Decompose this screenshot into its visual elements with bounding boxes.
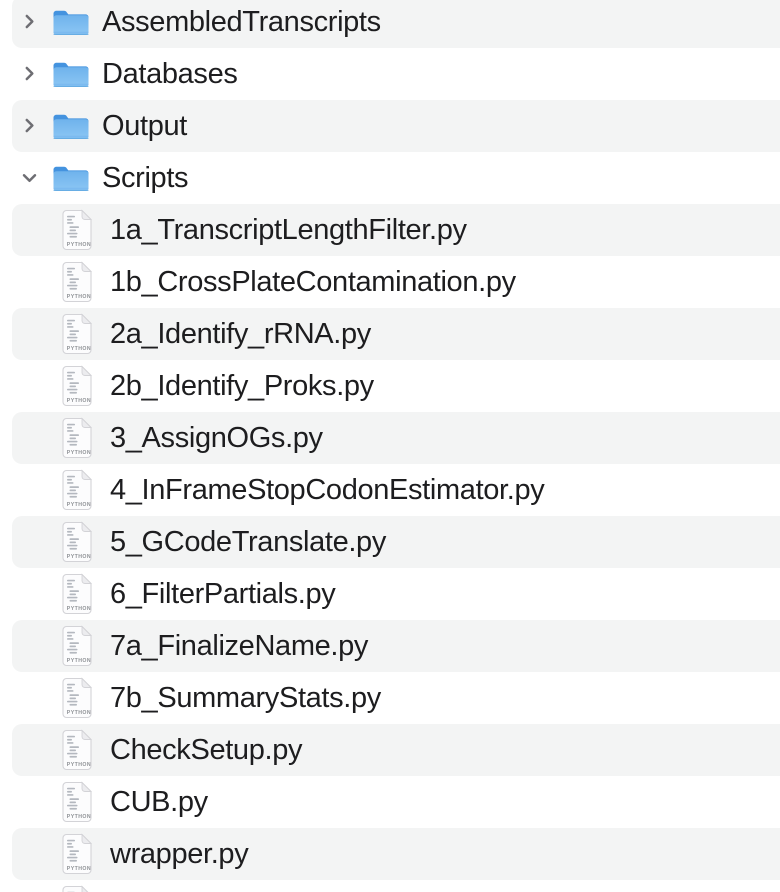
file-tree: AssembledTranscriptsDatabasesOutputScrip… xyxy=(0,0,780,892)
python-file-icon: PYTHON xyxy=(60,834,94,875)
python-file-icon: PYTHON xyxy=(60,210,94,251)
row-label: CUB.py xyxy=(110,776,208,828)
svg-text:PYTHON: PYTHON xyxy=(67,606,91,612)
folder-row-scripts[interactable]: Scripts xyxy=(0,152,780,204)
python-file-icon: PYTHON xyxy=(60,574,94,615)
python-file-icon: PYTHON xyxy=(60,782,94,823)
row-label: Databases xyxy=(102,48,238,100)
file-row-1a-transcriptlengthfilter-py[interactable]: PYTHON 1a_TranscriptLengthFilter.py xyxy=(0,204,780,256)
svg-text:PYTHON: PYTHON xyxy=(67,450,91,456)
row-label: 4_InFrameStopCodonEstimator.py xyxy=(110,464,544,516)
chevron-right-icon[interactable] xyxy=(20,117,39,136)
chevron-right-icon[interactable] xyxy=(20,13,39,32)
folder-row-output[interactable]: Output xyxy=(0,100,780,152)
file-row-5-gcodetranslate-py[interactable]: PYTHON 5_GCodeTranslate.py xyxy=(0,516,780,568)
file-row-3-assignogs-py[interactable]: PYTHON 3_AssignOGs.py xyxy=(0,412,780,464)
svg-text:PYTHON: PYTHON xyxy=(67,398,91,404)
file-row-4-inframestopcodonestimator-py[interactable]: PYTHON 4_InFrameStopCodonEstimator.py xyxy=(0,464,780,516)
folder-icon xyxy=(52,112,90,141)
file-row-6-filterpartials-py[interactable]: PYTHON 6_FilterPartials.py xyxy=(0,568,780,620)
python-file-icon: PYTHON xyxy=(60,418,94,459)
svg-text:PYTHON: PYTHON xyxy=(67,502,91,508)
row-label: 7a_FinalizeName.py xyxy=(110,620,368,672)
file-row-cub-py[interactable]: PYTHON CUB.py xyxy=(0,776,780,828)
row-label: 6_FilterPartials.py xyxy=(110,568,335,620)
chevron-right-icon[interactable] xyxy=(20,65,39,84)
python-file-icon: PYTHON xyxy=(60,314,94,355)
row-label: Scripts xyxy=(102,152,188,204)
row-label: AssembledTranscripts xyxy=(102,0,381,48)
chevron-down-icon[interactable] xyxy=(20,169,39,188)
python-file-icon: PYTHON xyxy=(60,366,94,407)
file-row-1b-crossplatecontamination-py[interactable]: PYTHON 1b_CrossPlateContamination.py xyxy=(0,256,780,308)
python-file-icon: PYTHON xyxy=(60,262,94,303)
file-row-checksetup-py[interactable]: PYTHON CheckSetup.py xyxy=(0,724,780,776)
svg-text:PYTHON: PYTHON xyxy=(67,762,91,768)
python-file-icon: PYTHON xyxy=(60,470,94,511)
svg-text:PYTHON: PYTHON xyxy=(67,346,91,352)
python-file-icon: PYTHON xyxy=(60,626,94,667)
python-file-icon: PYTHON xyxy=(60,522,94,563)
row-label: 7b_SummaryStats.py xyxy=(110,672,381,724)
file-row-2b-identify-proks-py[interactable]: PYTHON 2b_Identify_Proks.py xyxy=(0,360,780,412)
svg-text:PYTHON: PYTHON xyxy=(67,814,91,820)
row-label: 2a_Identify_rRNA.py xyxy=(110,308,371,360)
folder-icon xyxy=(52,8,90,37)
folder-row-databases[interactable]: Databases xyxy=(0,48,780,100)
row-label: 2b_Identify_Proks.py xyxy=(110,360,374,412)
file-row-partial[interactable]: PYTHON xyxy=(0,880,780,892)
svg-text:PYTHON: PYTHON xyxy=(67,658,91,664)
svg-text:PYTHON: PYTHON xyxy=(67,866,91,872)
svg-text:PYTHON: PYTHON xyxy=(67,242,91,248)
row-label: 1a_TranscriptLengthFilter.py xyxy=(110,204,467,256)
row-label: 3_AssignOGs.py xyxy=(110,412,323,464)
svg-text:PYTHON: PYTHON xyxy=(67,294,91,300)
python-file-icon: PYTHON xyxy=(60,886,94,892)
python-file-icon: PYTHON xyxy=(60,678,94,719)
folder-row-assembledtranscripts[interactable]: AssembledTranscripts xyxy=(0,0,780,48)
python-file-icon: PYTHON xyxy=(60,730,94,771)
file-row-7b-summarystats-py[interactable]: PYTHON 7b_SummaryStats.py xyxy=(0,672,780,724)
folder-icon xyxy=(52,60,90,89)
row-label: 1b_CrossPlateContamination.py xyxy=(110,256,516,308)
svg-text:PYTHON: PYTHON xyxy=(67,710,91,716)
row-label: Output xyxy=(102,100,187,152)
row-label: wrapper.py xyxy=(110,828,248,880)
svg-text:PYTHON: PYTHON xyxy=(67,554,91,560)
file-row-wrapper-py[interactable]: PYTHON wrapper.py xyxy=(0,828,780,880)
folder-icon xyxy=(52,164,90,193)
row-label: CheckSetup.py xyxy=(110,724,302,776)
file-row-7a-finalizename-py[interactable]: PYTHON 7a_FinalizeName.py xyxy=(0,620,780,672)
file-row-2a-identify-rrna-py[interactable]: PYTHON 2a_Identify_rRNA.py xyxy=(0,308,780,360)
row-label: 5_GCodeTranslate.py xyxy=(110,516,386,568)
